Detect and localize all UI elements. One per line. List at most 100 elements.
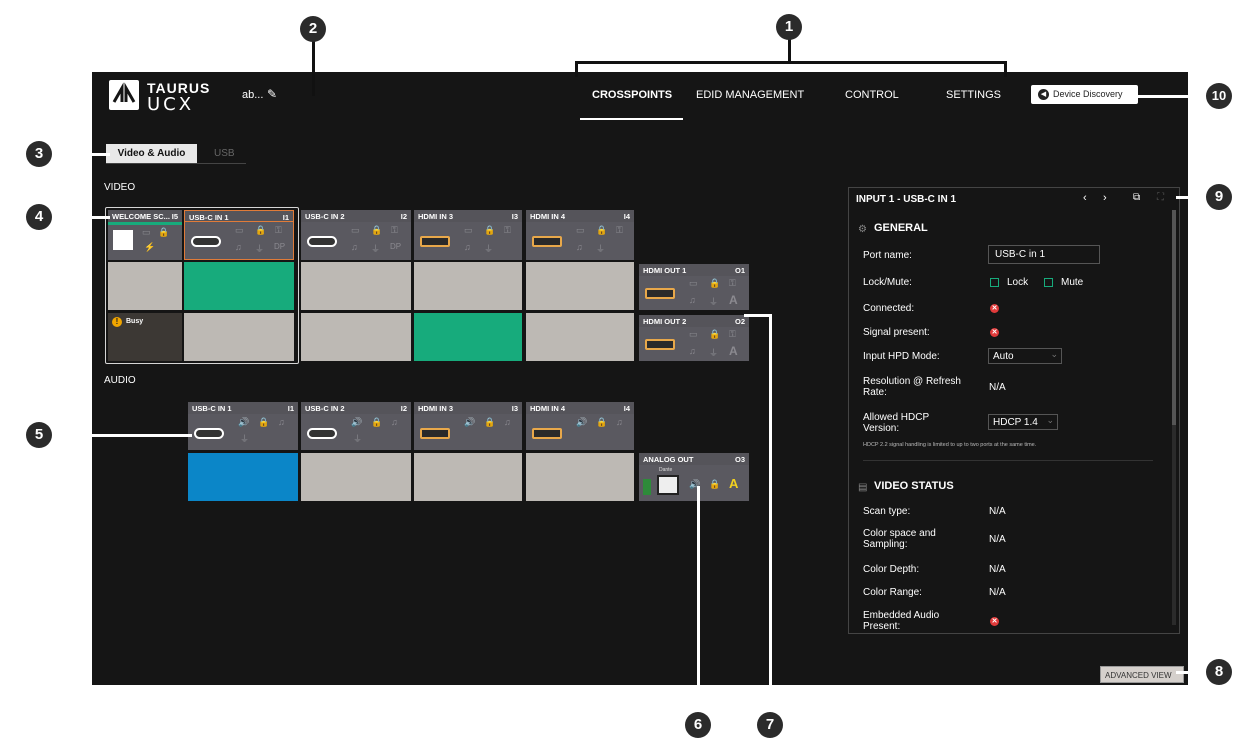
color-range-label: Color Range: [863, 587, 922, 598]
tab-control[interactable]: CONTROL [845, 89, 899, 101]
video-input-1-header[interactable]: USB-C IN 1 I1 [184, 210, 294, 222]
audio-input-3-num: I3 [511, 404, 518, 413]
panel-scrollbar[interactable] [1172, 210, 1176, 625]
audio-a-icon: A [729, 344, 738, 358]
hdcp-select[interactable]: HDCP 1.4 ⌄ [988, 414, 1058, 430]
power-plug-icon: ⏚ [371, 244, 381, 254]
music-icon: ♫ [351, 242, 358, 252]
audio-section-label: AUDIO [104, 375, 136, 386]
video-input-4-name: HDMI IN 4 [530, 212, 566, 221]
audio-crosspoint-cell[interactable] [526, 453, 634, 501]
hpd-mode-select[interactable]: Auto ⌄ [988, 348, 1062, 364]
music-icon: ♫ [464, 242, 471, 252]
advanced-view-button[interactable]: ADVANCED VIEW [1100, 666, 1184, 683]
callout-1-line [788, 38, 791, 62]
video-output-1-header[interactable]: HDMI OUT 1 O1 [639, 264, 749, 276]
callout-1-bracket-left [575, 61, 578, 77]
hdcp-value: HDCP 1.4 [993, 417, 1038, 428]
audio-crosspoint-cell[interactable] [301, 453, 411, 501]
audio-crosspoint-cell[interactable] [414, 453, 522, 501]
subtab-video-audio[interactable]: Video & Audio [106, 144, 197, 163]
device-name[interactable]: ab... [242, 89, 263, 101]
mute-checkbox[interactable] [1044, 278, 1053, 287]
audio-input-1-header[interactable]: USB-C IN 1 I1 [188, 402, 298, 414]
video-input-3-tile[interactable]: ▭ 🔒 ⚿ ♫ ⏚ [414, 222, 522, 260]
lock-icon: 🔒 [709, 479, 721, 489]
video-output-2-header[interactable]: HDMI OUT 2 O2 [639, 315, 749, 327]
lock-mute-label: Lock/Mute: [863, 277, 912, 288]
callout-3-line [52, 153, 110, 156]
display-icon: ▭ [142, 227, 151, 237]
callout-10: 10 [1206, 83, 1232, 109]
tab-settings[interactable]: SETTINGS [946, 89, 1001, 101]
audio-input-2-tile[interactable]: 🔊 🔒 ♫ ⏚ [301, 414, 411, 450]
tab-crosspoints[interactable]: CROSSPOINTS [592, 89, 672, 101]
audio-input-4-header[interactable]: HDMI IN 4 I4 [526, 402, 634, 414]
hdmi-port-icon [645, 288, 675, 299]
music-icon: ♫ [391, 417, 398, 427]
video-input-4-tile[interactable]: ▭ 🔒 ⚿ ♫ ⏚ [526, 222, 634, 260]
previous-icon[interactable]: ‹ [1083, 192, 1087, 204]
speaker-icon: 🔊 [576, 417, 588, 427]
device-discovery-button[interactable]: ◀ Device Discovery [1031, 85, 1138, 104]
welcome-num: I5 [171, 212, 178, 221]
audio-crosspoint-cell-connected[interactable] [188, 453, 298, 501]
tab-edid-management[interactable]: EDID MANAGEMENT [696, 89, 804, 101]
panel-title: INPUT 1 - USB-C IN 1 [856, 194, 957, 205]
callout-5: 5 [26, 422, 52, 448]
resolution-label: Resolution @ Refresh Rate: [863, 376, 961, 398]
video-output-1-name: HDMI OUT 1 [643, 266, 687, 275]
audio-input-3-header[interactable]: HDMI IN 3 I3 [414, 402, 522, 414]
crosspoint-cell-busy[interactable]: ! Busy [108, 313, 182, 361]
audio-output-header[interactable]: ANALOG OUT O3 [639, 453, 749, 465]
music-icon: ♫ [504, 417, 511, 427]
video-input-3-name: HDMI IN 3 [418, 212, 454, 221]
audio-output-tile[interactable]: Dante 🔊 🔒 A [639, 465, 749, 501]
audio-input-4-num: I4 [623, 404, 630, 413]
lock-icon: 🔒 [484, 417, 496, 427]
crosspoint-cell[interactable] [301, 313, 411, 361]
power-plug-icon: ⏚ [240, 434, 250, 444]
callout-9-line [1176, 196, 1206, 199]
power-plug-icon: ⏚ [255, 244, 265, 254]
video-input-1-tile[interactable]: ▭ 🔒 ⚿ ♫ ⏚ DP [184, 222, 294, 260]
lock-checkbox[interactable] [990, 278, 999, 287]
next-icon[interactable]: › [1103, 192, 1107, 204]
welcome-tile[interactable]: ▭ 🔒 ⚡ [108, 225, 182, 260]
speaker-icon: 🔊 [351, 417, 363, 427]
crosspoint-cell-connected[interactable] [184, 262, 294, 310]
pencil-icon[interactable]: ✎ [267, 87, 277, 101]
audio-input-3-tile[interactable]: 🔊 🔒 ♫ [414, 414, 522, 450]
audio-input-2-header[interactable]: USB-C IN 2 I2 [301, 402, 411, 414]
crosspoint-cell[interactable] [108, 262, 182, 310]
callout-7: 7 [757, 712, 783, 738]
display-icon: ▭ [351, 225, 360, 235]
speaker-icon: 🔊 [464, 417, 476, 427]
video-input-4-header[interactable]: HDMI IN 4 I4 [526, 210, 634, 222]
video-input-3-header[interactable]: HDMI IN 3 I3 [414, 210, 522, 222]
video-output-2-tile[interactable]: ▭ 🔒 ⚿ ♫ ⏚ A [639, 327, 749, 361]
crosspoint-cell[interactable] [526, 262, 634, 310]
video-output-1-tile[interactable]: ▭ 🔒 ⚿ ♫ ⏚ A [639, 276, 749, 310]
lock-icon: 🔒 [596, 225, 608, 235]
general-section-title: GENERAL [874, 222, 928, 234]
welcome-title: WELCOME SC... [112, 212, 170, 221]
video-input-1-num: I1 [282, 213, 289, 222]
crosspoint-cell[interactable] [414, 262, 522, 310]
subtab-usb[interactable]: USB [214, 144, 235, 159]
scrollbar-thumb[interactable] [1172, 210, 1176, 425]
maximize-icon[interactable]: ⛶ [1157, 192, 1164, 203]
crosspoint-cell[interactable] [526, 313, 634, 361]
audio-input-1-tile[interactable]: 🔊 🔒 ♫ ⏚ [188, 414, 298, 450]
port-name-input[interactable]: USB-C in 1 [988, 245, 1100, 264]
callout-1-bracket-right [1004, 61, 1007, 77]
crosspoint-cell[interactable] [184, 313, 294, 361]
crosspoint-cell[interactable] [301, 262, 411, 310]
window-icon[interactable]: ⧉ [1133, 192, 1140, 203]
video-input-2-tile[interactable]: ▭ 🔒 ⚿ ♫ ⏚ DP [301, 222, 411, 260]
crosspoint-cell-connected[interactable] [414, 313, 522, 361]
audio-a-icon: A [729, 293, 738, 307]
dante-label: Dante [659, 467, 673, 473]
video-input-2-header[interactable]: USB-C IN 2 I2 [301, 210, 411, 222]
audio-input-4-tile[interactable]: 🔊 🔒 ♫ [526, 414, 634, 450]
